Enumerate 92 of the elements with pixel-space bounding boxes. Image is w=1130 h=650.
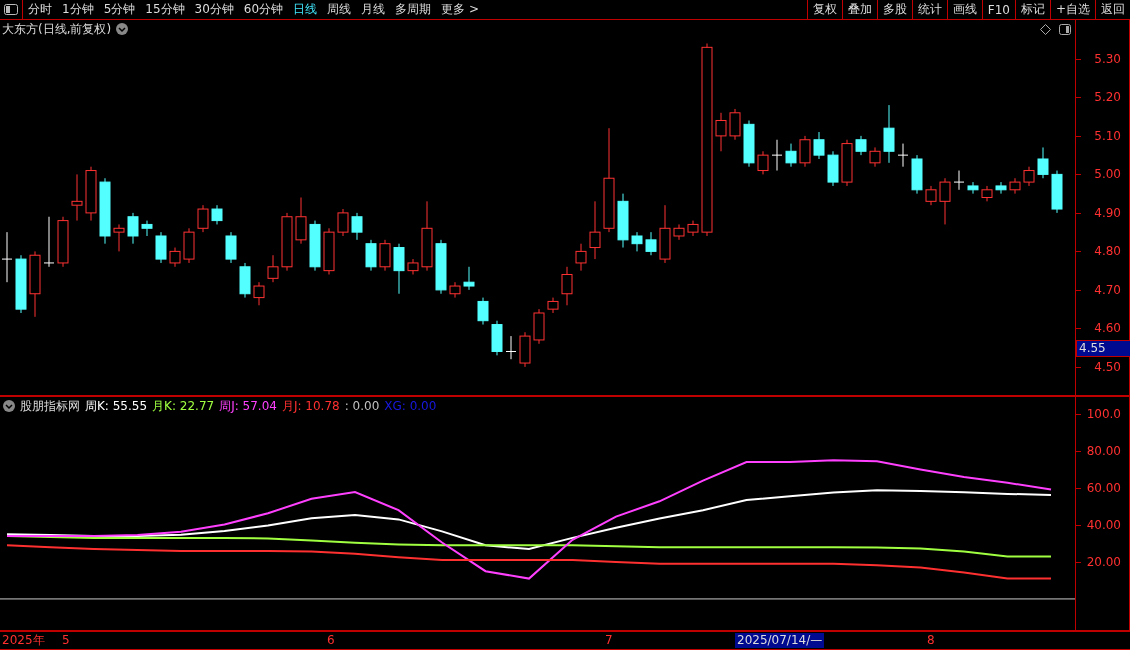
candlestick [771, 139, 783, 172]
candlestick [897, 143, 909, 168]
candlestick [337, 208, 349, 237]
candlestick [939, 177, 951, 225]
date-label: 7 [605, 633, 613, 648]
candlestick [1037, 146, 1049, 179]
axis-label: 5.30 [1094, 50, 1121, 67]
candlestick [869, 146, 881, 168]
candlestick [995, 181, 1007, 195]
candlestick [393, 243, 405, 295]
date-label: 2025年 [2, 633, 45, 648]
more-menu[interactable]: 更多 > [436, 1, 484, 18]
candlestick [127, 212, 139, 245]
candlestick [43, 216, 55, 268]
period-tab[interactable]: 15分钟 [140, 1, 190, 18]
candlestick [715, 112, 727, 152]
axis-label: 80.00 [1086, 443, 1121, 459]
candlestick [197, 204, 209, 233]
candlestick [1023, 166, 1035, 187]
period-tab[interactable]: 多周期 [390, 1, 437, 18]
candlestick [855, 135, 867, 156]
candlestick [267, 254, 279, 283]
period-tab[interactable]: 60分钟 [238, 1, 289, 18]
candlestick [295, 196, 307, 245]
candlestick [883, 104, 895, 164]
legend-value: : 0.00 [344, 399, 380, 413]
date-label: 8 [927, 633, 935, 648]
date-label: 5 [62, 633, 70, 648]
axis-label: 4.80 [1094, 243, 1121, 260]
axis-label: 5.00 [1094, 166, 1121, 183]
legend-value: 月K: 22.77 [152, 397, 215, 415]
period-tab[interactable]: 分时 [23, 1, 57, 18]
legend-value: 月J: 10.78 [281, 397, 340, 415]
period-tab[interactable]: 日线 [288, 1, 323, 18]
axis-label: 4.60 [1094, 320, 1121, 337]
cursor-date-tag: 2025/07/14/— [735, 633, 825, 648]
candlestick [155, 231, 167, 264]
candlestick [351, 212, 363, 241]
period-tab[interactable]: 月线 [356, 1, 391, 18]
axis-label: 40.00 [1086, 516, 1121, 533]
candlestick [1009, 177, 1021, 195]
candlestick [645, 231, 657, 256]
candlestick [365, 239, 377, 272]
legend-value: 周J: 57.04 [219, 397, 277, 415]
chart-title: 大东方(日线,前复权) [2, 20, 112, 38]
panel-toggle-icon[interactable] [1059, 24, 1071, 35]
current-price-tag: 4.55 [1076, 339, 1130, 357]
period-tab[interactable]: 5分钟 [98, 1, 141, 18]
axis-label: 100.0 [1086, 406, 1121, 422]
candlestick [967, 181, 979, 195]
axis-label: 4.70 [1094, 281, 1121, 298]
candlestick [253, 281, 265, 306]
candlestick [505, 335, 517, 360]
candlestick [225, 231, 237, 264]
candlestick [575, 243, 587, 272]
indicator-name: 股朋指标网 [20, 397, 80, 415]
period-tab[interactable]: 1分钟 [57, 1, 99, 18]
date-label: 6 [327, 633, 335, 648]
axis-label: 4.90 [1094, 204, 1121, 221]
legend-value: 周K: 55.55 [85, 397, 148, 415]
candlestick [141, 220, 153, 237]
candlestick [71, 173, 83, 222]
candlestick [785, 143, 797, 168]
axis-label: 20.00 [1086, 553, 1121, 570]
candlestick [631, 231, 643, 252]
diamond-icon[interactable] [1040, 24, 1051, 35]
candlestick [169, 247, 181, 268]
candlestick [113, 223, 125, 252]
candlestick [729, 108, 741, 141]
candlestick [561, 266, 573, 306]
axis-label: 5.20 [1094, 89, 1121, 106]
candlestick [1, 231, 13, 283]
candlestick [925, 185, 937, 206]
candlestick [211, 204, 223, 225]
candlestick [813, 131, 825, 160]
period-tab[interactable]: 周线 [322, 1, 357, 18]
axis-label: 60.00 [1086, 479, 1121, 496]
candlestick [757, 150, 769, 175]
candlestick [379, 239, 391, 272]
axis-label: 5.10 [1094, 127, 1121, 144]
candlestick [799, 135, 811, 168]
candlestick [589, 200, 601, 260]
dropdown-icon[interactable] [116, 23, 129, 35]
candlestick [673, 223, 685, 241]
dropdown-icon[interactable] [3, 400, 15, 412]
legend-value: XG: 0.00 [384, 399, 437, 413]
candlestick [953, 170, 965, 191]
period-tab[interactable]: 30分钟 [189, 1, 239, 18]
axis-label: 4.50 [1094, 358, 1121, 375]
candlestick [463, 266, 475, 291]
candlestick [477, 297, 489, 326]
candlestick [449, 281, 461, 299]
